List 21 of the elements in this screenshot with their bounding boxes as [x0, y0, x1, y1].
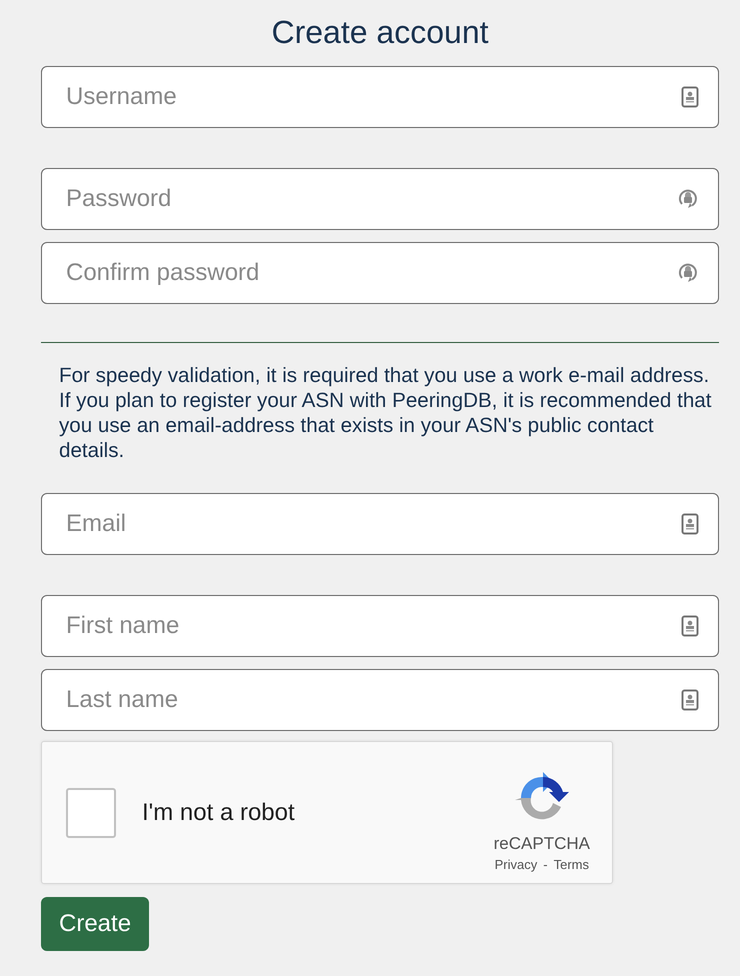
- captcha-checkbox[interactable]: [66, 788, 116, 838]
- link-separator: -: [543, 856, 548, 872]
- input-field[interactable]: Last name: [41, 669, 719, 731]
- page-title: Create account: [270, 13, 490, 52]
- captcha-label: I'm not a robot: [142, 798, 296, 826]
- contact-card-icon: [681, 689, 699, 711]
- password-key-icon: [677, 187, 699, 211]
- create-button[interactable]: Create: [41, 897, 150, 951]
- contact-card-icon: [681, 615, 699, 637]
- input-field[interactable]: Username: [41, 66, 719, 128]
- input-field[interactable]: First name: [41, 595, 719, 657]
- recaptcha-brand: reCAPTCHA: [494, 834, 590, 854]
- info-text: For speedy validation, it is required that you use a work e-mail address. If you plan to register your ASN with PeeringDB, it is recommended that you use an email-address that exists in your ASN's public contact details.: [59, 363, 712, 463]
- password-key-icon: [677, 261, 699, 285]
- contact-card-icon: [681, 513, 699, 535]
- privacy-link[interactable]: Privacy: [494, 856, 538, 872]
- terms-link[interactable]: Terms: [554, 856, 589, 872]
- contact-card-icon: [681, 86, 699, 108]
- input-field[interactable]: Password: [41, 168, 719, 230]
- input-field[interactable]: Confirm password: [41, 242, 719, 304]
- input-field[interactable]: Email: [41, 493, 719, 555]
